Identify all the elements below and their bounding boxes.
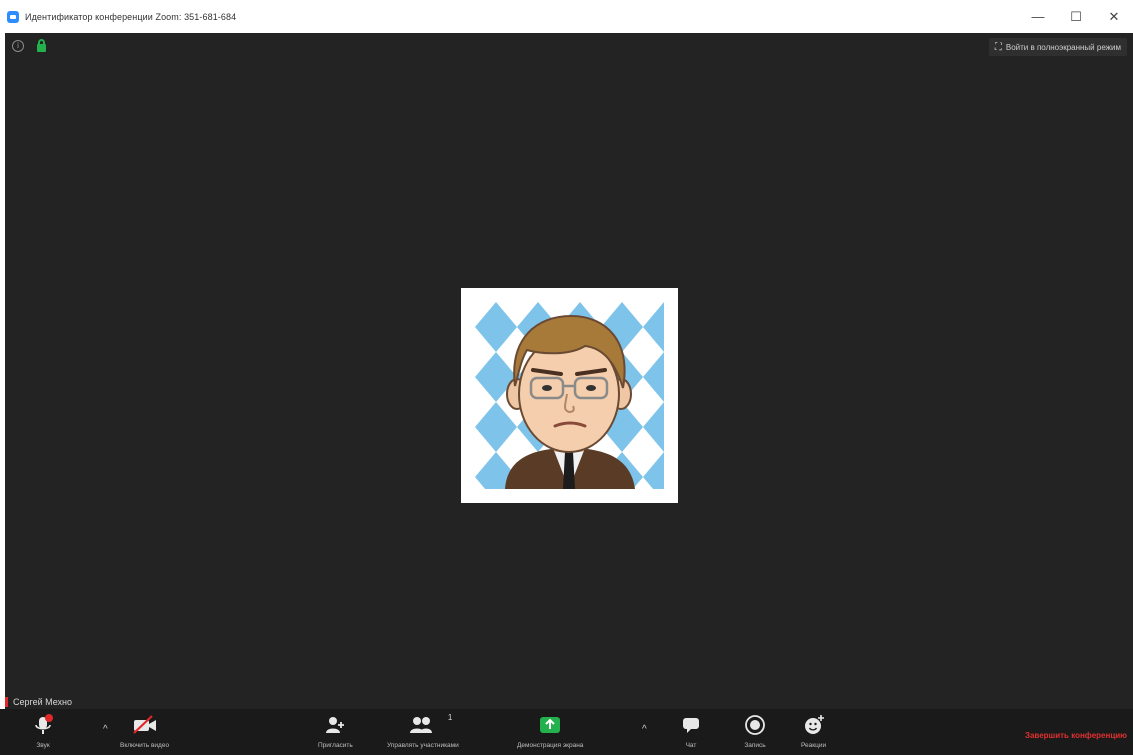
chat-label: Чат — [685, 742, 697, 749]
reactions-button[interactable]: Реакции — [801, 713, 826, 749]
fullscreen-button[interactable]: ⛶ Войти в полноэкранный режим — [988, 38, 1127, 56]
maximize-button[interactable]: ☐ — [1057, 0, 1095, 33]
share-screen-icon — [538, 713, 562, 737]
record-label: Запись — [744, 742, 766, 749]
info-icon[interactable]: i — [12, 40, 24, 52]
meeting-toolbar: Звук ^ Включить видео Пригласить 1 Управ… — [0, 709, 1133, 755]
fullscreen-icon: ⛶ — [994, 41, 1002, 53]
chat-icon — [680, 713, 702, 737]
participant-avatar-frame — [461, 288, 678, 503]
record-icon — [744, 713, 766, 737]
avatar — [475, 302, 664, 489]
window-controls: — ☐ ✕ — [1019, 0, 1133, 33]
record-button[interactable]: Запись — [744, 713, 766, 749]
participants-count: 1 — [447, 713, 453, 722]
audio-options-chevron-icon[interactable]: ^ — [103, 724, 108, 735]
video-off-icon — [132, 713, 158, 737]
participant-name: Сергей Мехно — [13, 697, 73, 707]
share-screen-label: Демонстрация экрана — [517, 742, 584, 749]
microphone-muted-icon — [32, 713, 54, 737]
participant-name-tag: Сергей Мехно — [5, 695, 72, 709]
title-bar: Идентификатор конференции Zoom: 351-681-… — [0, 0, 1133, 33]
reactions-icon — [803, 713, 825, 737]
invite-label: Пригласить — [318, 742, 353, 749]
avatar-image — [475, 302, 664, 489]
lock-icon[interactable] — [37, 39, 46, 52]
meeting-view: i ⛶ Войти в полноэкранный режим Сергей М… — [5, 33, 1133, 709]
fullscreen-label: Войти в полноэкранный режим — [1005, 42, 1121, 52]
zoom-app-icon — [7, 10, 19, 23]
invite-button[interactable]: Пригласить — [318, 713, 353, 749]
chat-button[interactable]: Чат — [680, 713, 702, 749]
participants-label: Управлять участниками — [387, 742, 459, 749]
audio-button[interactable]: Звук — [32, 713, 54, 749]
end-meeting-button[interactable]: Завершить конференцию — [1025, 731, 1127, 740]
muted-indicator — [5, 697, 8, 707]
participants-icon: 1 — [408, 713, 452, 737]
minimize-button[interactable]: — — [1019, 0, 1057, 33]
close-button[interactable]: ✕ — [1095, 0, 1133, 33]
window-title: Идентификатор конференции Zoom: 351-681-… — [25, 11, 237, 22]
reactions-label: Реакции — [801, 742, 827, 749]
start-video-button[interactable]: Включить видео — [120, 713, 169, 749]
manage-participants-button[interactable]: 1 Управлять участниками — [387, 713, 459, 749]
video-label: Включить видео — [120, 742, 170, 749]
share-screen-button[interactable]: Демонстрация экрана — [517, 713, 583, 749]
share-options-chevron-icon[interactable]: ^ — [642, 724, 647, 735]
audio-label: Звук — [36, 742, 50, 749]
add-user-icon — [324, 713, 346, 737]
